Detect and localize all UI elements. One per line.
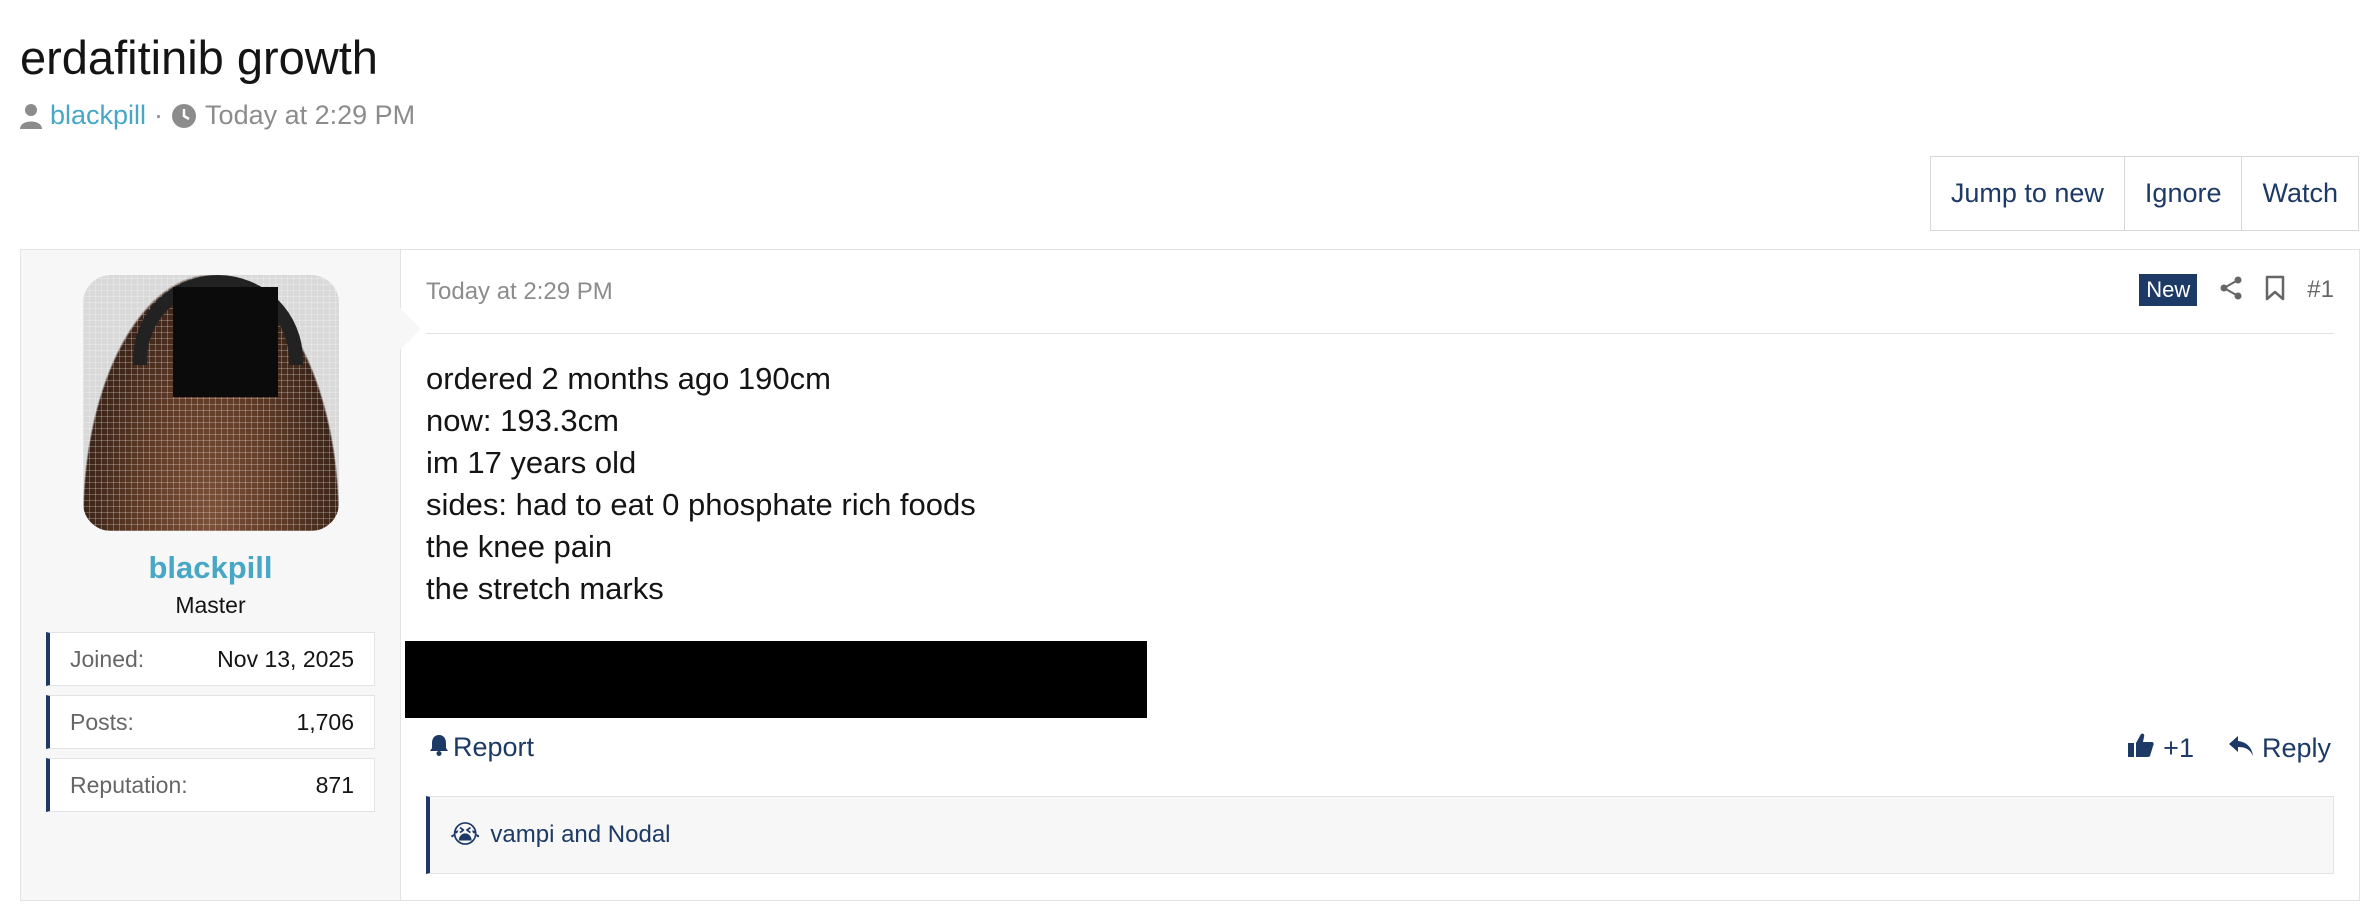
- post-body-line: im 17 years old: [426, 445, 637, 480]
- stat-joined: Joined: Nov 13, 2025: [46, 632, 375, 686]
- post-body: ordered 2 months ago 190cm now: 193.3cm …: [426, 358, 976, 610]
- thread-meta: blackpill · Today at 2:29 PM: [20, 100, 415, 131]
- watch-button[interactable]: Watch: [2241, 157, 2358, 230]
- like-count: +1: [2163, 733, 2194, 763]
- share-icon[interactable]: [2219, 276, 2243, 305]
- post-body-line: the knee pain: [426, 529, 613, 564]
- post-date[interactable]: Today at 2:29 PM: [426, 278, 613, 306]
- ignore-button[interactable]: Ignore: [2123, 157, 2242, 230]
- post-number-link[interactable]: #1: [2307, 276, 2334, 304]
- post-body-line: the stretch marks: [426, 571, 664, 606]
- stat-value: Nov 13, 2025: [217, 645, 354, 672]
- report-button[interactable]: Report: [429, 732, 534, 763]
- redacted-block: [405, 641, 1147, 718]
- jump-to-new-button[interactable]: Jump to new: [1931, 157, 2124, 230]
- stat-reputation: Reputation: 871: [46, 758, 375, 812]
- avatar[interactable]: [83, 275, 339, 531]
- bookmark-icon[interactable]: [2265, 275, 2285, 306]
- new-badge: New: [2139, 274, 2198, 307]
- stat-value: 871: [315, 771, 354, 798]
- bell-icon: [429, 732, 449, 763]
- post-actions: +1 Reply: [2127, 732, 2331, 765]
- thread-author-link[interactable]: blackpill: [50, 100, 146, 131]
- stat-label: Reputation:: [70, 771, 188, 798]
- user-title: Master: [175, 592, 246, 618]
- thread-date[interactable]: Today at 2:29 PM: [205, 100, 415, 131]
- reply-icon: [2228, 733, 2254, 764]
- post-body-line: now: 193.3cm: [426, 403, 619, 438]
- reactions-bar[interactable]: 😭 vampi and Nodal: [426, 796, 2334, 874]
- reactions-text[interactable]: vampi and Nodal: [490, 821, 670, 849]
- clock-icon: [171, 103, 197, 129]
- thread-action-buttons: Jump to new Ignore Watch: [1929, 156, 2359, 231]
- like-button[interactable]: +1: [2127, 732, 2194, 765]
- post-body-line: sides: had to eat 0 phosphate rich foods: [426, 487, 976, 522]
- post: blackpill Master Joined: Nov 13, 2025 Po…: [20, 249, 2360, 901]
- reply-button[interactable]: Reply: [2228, 733, 2331, 764]
- post-username[interactable]: blackpill: [21, 550, 400, 586]
- post-header-actions: New #1: [2139, 274, 2334, 307]
- post-main: Today at 2:29 PM New #1 ordered 2 months…: [401, 250, 2359, 900]
- stat-label: Joined:: [70, 645, 145, 672]
- post-user-panel: blackpill Master Joined: Nov 13, 2025 Po…: [21, 250, 421, 900]
- stat-posts: Posts: 1,706: [46, 695, 375, 749]
- avatar-censor-block: [173, 287, 278, 397]
- thumbs-up-icon: [2127, 732, 2155, 765]
- report-label: Report: [453, 732, 535, 762]
- post-body-line: ordered 2 months ago 190cm: [426, 361, 831, 396]
- user-icon: [20, 103, 42, 129]
- thread-title: erdafitinib growth: [20, 31, 378, 84]
- header-divider: [426, 333, 2334, 334]
- meta-separator: ·: [154, 100, 164, 130]
- reply-label: Reply: [2261, 733, 2331, 763]
- crying-emoji-icon: 😭: [450, 820, 481, 850]
- stat-label: Posts:: [70, 708, 134, 735]
- stat-value: 1,706: [296, 708, 354, 735]
